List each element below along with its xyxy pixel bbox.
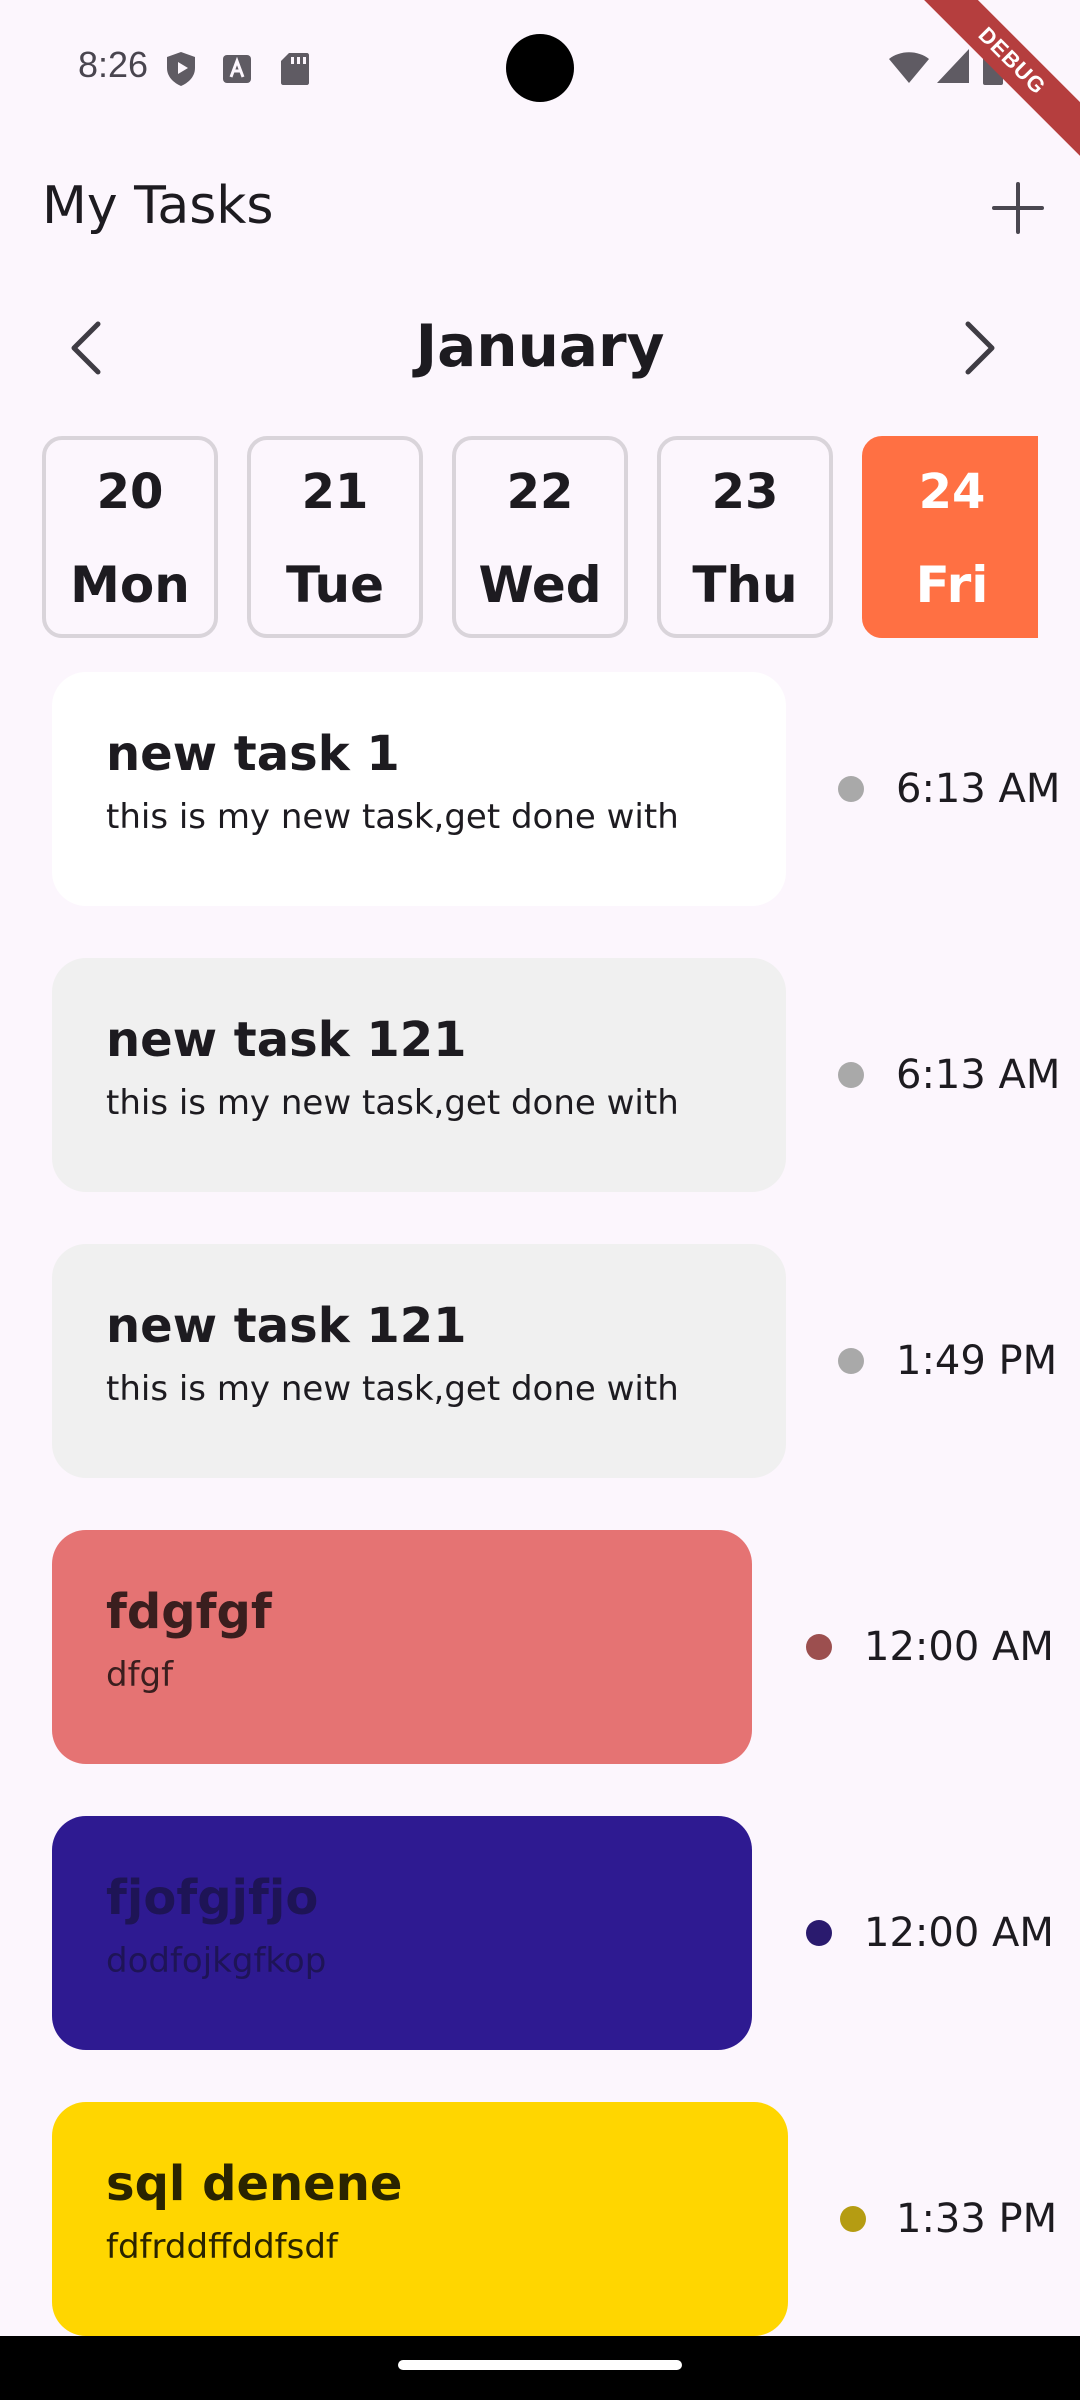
date-tile-21[interactable]: 21 Tue <box>247 436 423 638</box>
task-card[interactable]: new task 121 this is my new task,get don… <box>52 958 786 1192</box>
month-label: January <box>415 312 665 380</box>
task-dot <box>838 1348 864 1374</box>
task-description: dodfojkgfkop <box>106 1941 327 1981</box>
date-strip: 20 Mon 21 Tue 22 Wed 23 Thu 24 Fri <box>42 436 1038 644</box>
task-description: dfgf <box>106 1655 174 1695</box>
task-time: 6:13 AM <box>896 1052 1061 1098</box>
task-card[interactable]: new task 121 this is my new task,get don… <box>52 1244 786 1478</box>
date-tile-23[interactable]: 23 Thu <box>657 436 833 638</box>
task-description: this is my new task,get done with <box>106 1083 679 1123</box>
task-description: this is my new task,get done with <box>106 1369 679 1409</box>
status-time: 8:26 <box>78 44 149 85</box>
page-title: My Tasks <box>42 176 274 236</box>
task-row: new task 121 this is my new task,get don… <box>0 1244 1080 1478</box>
date-number: 24 <box>918 464 986 520</box>
date-number: 22 <box>506 464 574 520</box>
task-row: new task 121 this is my new task,get don… <box>0 958 1080 1192</box>
sd-card-icon <box>281 53 309 85</box>
task-title: new task 121 <box>106 1298 467 1354</box>
task-title: new task 1 <box>106 726 400 782</box>
shield-icon <box>167 52 195 86</box>
month-navigation: January <box>0 300 1080 396</box>
task-time: 12:00 AM <box>864 1624 1054 1670</box>
task-title: sql denene <box>106 2156 403 2212</box>
date-weekday: Wed <box>478 556 602 614</box>
task-dot <box>840 2206 866 2232</box>
date-number: 21 <box>301 464 369 520</box>
date-weekday: Tue <box>285 556 385 614</box>
task-time: 6:13 AM <box>896 766 1061 812</box>
chevron-right-icon[interactable] <box>946 318 1006 378</box>
task-card[interactable]: sql denene fdfrddffddfsdf <box>52 2102 788 2336</box>
wifi-icon <box>889 52 929 83</box>
task-card[interactable]: new task 1 this is my new task,get done … <box>52 672 786 906</box>
task-row: new task 1 this is my new task,get done … <box>0 672 1080 906</box>
task-card[interactable]: fdgfgf dfgf <box>52 1530 752 1764</box>
date-weekday: Thu <box>692 556 798 614</box>
task-time: 12:00 AM <box>864 1910 1054 1956</box>
task-dot <box>838 1062 864 1088</box>
task-time: 1:49 PM <box>896 1338 1058 1384</box>
system-navigation-bar <box>0 2336 1080 2400</box>
signal-icon <box>937 49 969 83</box>
date-tile-24-selected[interactable]: 24 Fri <box>862 436 1038 638</box>
task-time: 1:33 PM <box>896 2196 1058 2242</box>
task-dot <box>838 776 864 802</box>
date-tile-20[interactable]: 20 Mon <box>42 436 218 638</box>
status-bar: 8:26 DEBUG <box>0 0 1080 167</box>
plus-icon[interactable] <box>986 176 1050 240</box>
task-dot <box>806 1920 832 1946</box>
task-title: fjofgjfjo <box>106 1870 319 1926</box>
task-title: fdgfgf <box>106 1584 272 1640</box>
screen: 8:26 DEBUG My Tasks January 20 Mon 21 Tu… <box>0 0 1080 2400</box>
camera-cutout <box>506 34 574 102</box>
chevron-left-icon[interactable] <box>60 318 120 378</box>
task-row: sql denene fdfrddffddfsdf 1:33 PM <box>0 2102 1080 2336</box>
task-description: fdfrddffddfsdf <box>106 2227 338 2267</box>
task-row: fjofgjfjo dodfojkgfkop 12:00 AM <box>0 1816 1080 2050</box>
task-row: fdgfgf dfgf 12:00 AM <box>0 1530 1080 1764</box>
task-title: new task 121 <box>106 1012 467 1068</box>
task-description: this is my new task,get done with <box>106 797 679 837</box>
date-weekday: Mon <box>70 556 190 614</box>
task-dot <box>806 1634 832 1660</box>
date-tile-22[interactable]: 22 Wed <box>452 436 628 638</box>
text-a-icon <box>223 55 251 83</box>
date-number: 23 <box>711 464 779 520</box>
date-number: 20 <box>96 464 164 520</box>
date-weekday: Fri <box>915 556 989 614</box>
home-gesture-handle[interactable] <box>398 2360 682 2370</box>
task-card[interactable]: fjofgjfjo dodfojkgfkop <box>52 1816 752 2050</box>
